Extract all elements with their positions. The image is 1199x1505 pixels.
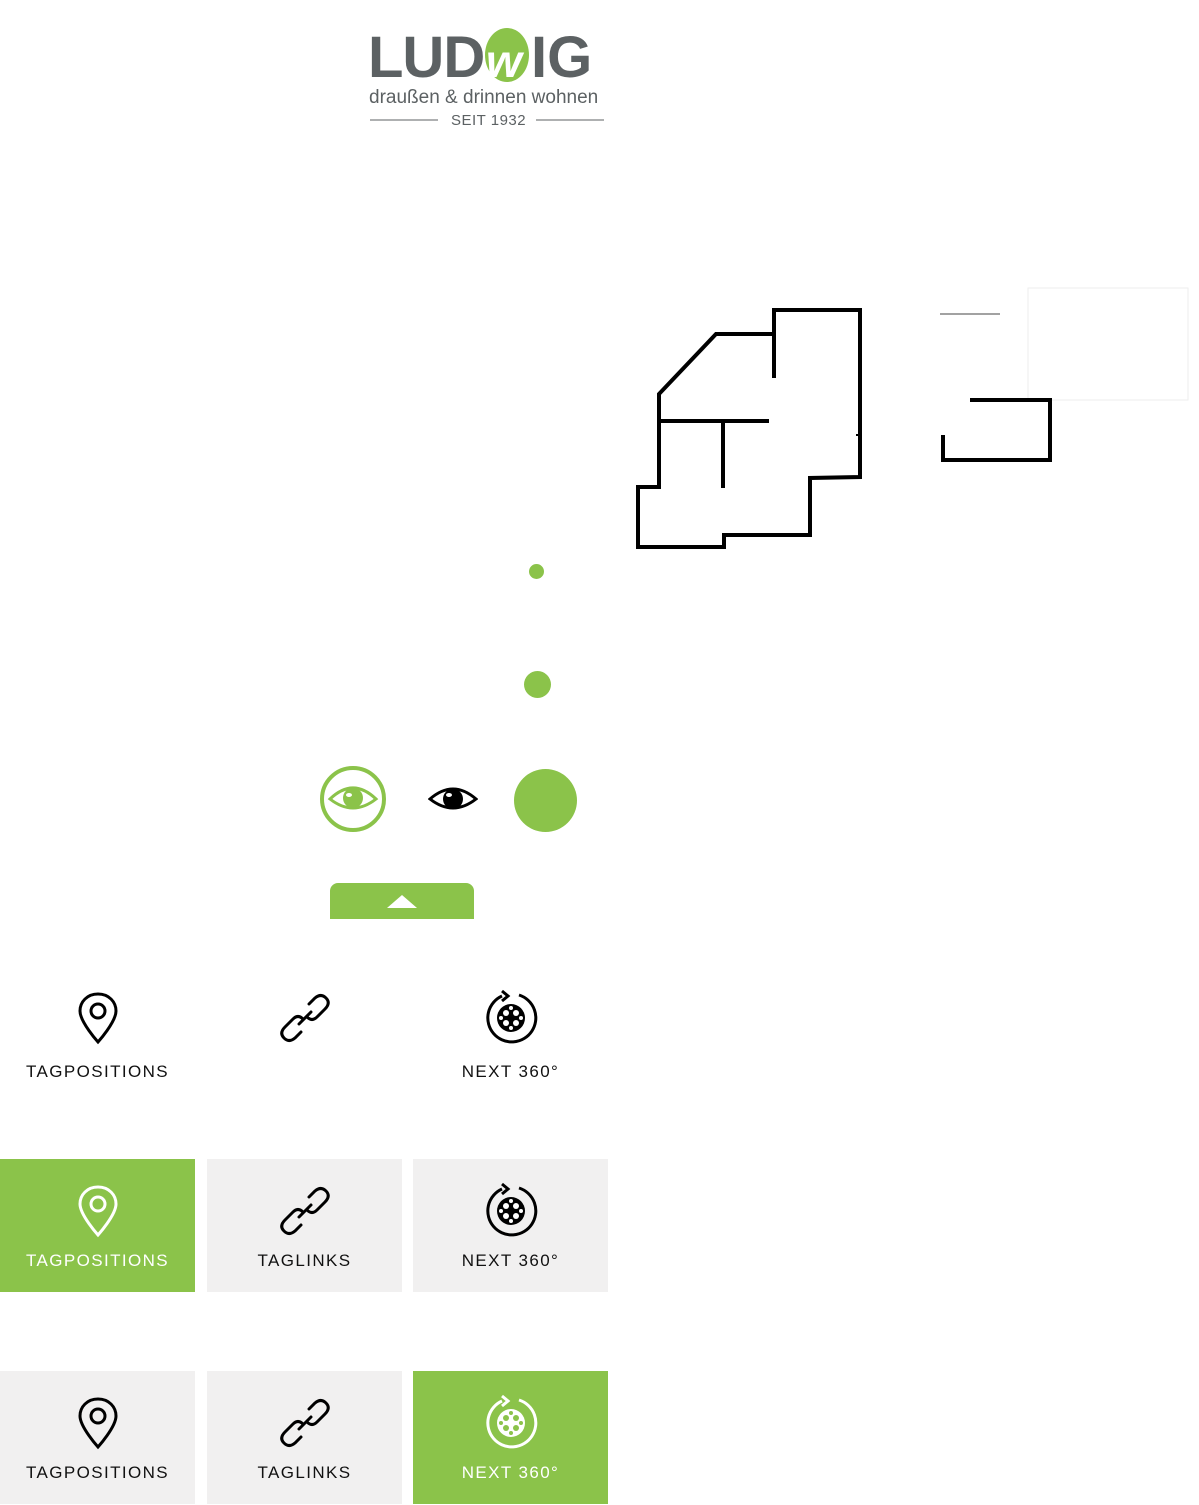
next-360-label: NEXT 360° — [461, 1251, 560, 1270]
next-360-label: NEXT 360° — [461, 1062, 560, 1081]
eye-ring-icon[interactable] — [319, 765, 387, 833]
svg-text:SEIT 1932: SEIT 1932 — [451, 112, 526, 129]
taglinks-label: TAGLINKS — [257, 1463, 352, 1482]
floor-plan-outline — [636, 308, 862, 549]
tagpositions-button[interactable]: TAGPOSITIONS — [0, 1371, 195, 1504]
eye-icon[interactable] — [427, 780, 479, 818]
tagpositions-button[interactable]: TAGPOSITIONS — [0, 1159, 195, 1292]
chevron-up-icon — [387, 895, 417, 908]
rotate-360-icon — [481, 1181, 541, 1241]
next-360-button[interactable]: NEXT 360° — [413, 1159, 608, 1292]
taglinks-button[interactable] — [207, 960, 402, 1093]
next-360-label: NEXT 360° — [461, 1463, 560, 1482]
tile-row-tagpositions-active: TAGPOSITIONS TAGLINKS NEXT 360° — [0, 1159, 608, 1292]
taglinks-label: TAGLINKS — [257, 1251, 352, 1270]
tagpositions-label: TAGPOSITIONS — [25, 1463, 170, 1482]
map-pin-icon — [68, 1393, 128, 1453]
svg-text:draußen & drinnen wohnen: draußen & drinnen wohnen — [369, 87, 598, 108]
rotate-360-icon — [481, 988, 541, 1048]
green-circle-button[interactable] — [514, 769, 577, 832]
map-pin-icon — [68, 1181, 128, 1241]
side-room-outline — [940, 287, 1189, 462]
taglinks-button[interactable]: TAGLINKS — [207, 1159, 402, 1292]
floor-plan[interactable] — [630, 300, 870, 560]
link-icon — [275, 1181, 335, 1241]
svg-text:LUD: LUD — [368, 25, 484, 90]
link-icon — [275, 988, 335, 1048]
marker-dot-medium[interactable] — [524, 671, 551, 698]
logo-graphic: LUD w IG draußen & drinnen wohnen SEIT 1… — [368, 25, 604, 129]
next-360-button[interactable]: NEXT 360° — [413, 1371, 608, 1504]
tagpositions-label: TAGPOSITIONS — [25, 1062, 170, 1081]
marker-dot-small[interactable] — [529, 564, 544, 579]
map-pin-icon — [68, 988, 128, 1048]
tagpositions-label: TAGPOSITIONS — [25, 1251, 170, 1270]
svg-text:IG: IG — [531, 25, 592, 90]
tile-row-default: TAGPOSITIONS NEXT 360° — [0, 960, 608, 1093]
link-icon — [275, 1393, 335, 1453]
taglinks-button[interactable]: TAGLINKS — [207, 1371, 402, 1504]
ludwig-logo: LUD w IG draußen & drinnen wohnen SEIT 1… — [360, 22, 616, 132]
tile-row-next360-active: TAGPOSITIONS TAGLINKS NEXT 360° — [0, 1371, 608, 1504]
rotate-360-icon — [481, 1393, 541, 1453]
svg-text:w: w — [486, 35, 525, 87]
next-360-button[interactable]: NEXT 360° — [413, 960, 608, 1093]
tagpositions-button[interactable]: TAGPOSITIONS — [0, 960, 195, 1093]
floor-plan-side-room — [930, 280, 1199, 475]
collapse-panel-button[interactable] — [330, 883, 474, 919]
